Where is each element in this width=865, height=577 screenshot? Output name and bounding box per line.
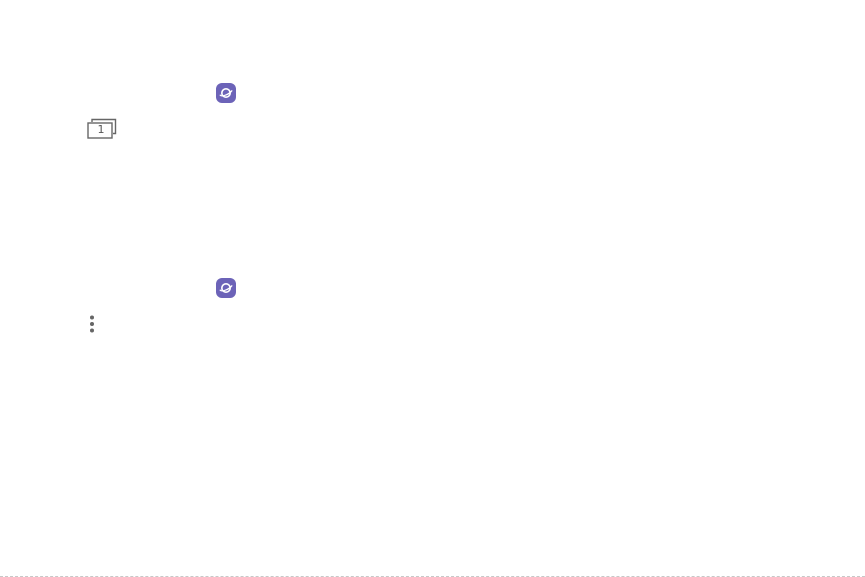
samsung-internet-icon: [216, 278, 236, 298]
planet-glyph: [219, 283, 233, 293]
tabs-count: 1: [86, 118, 118, 140]
document-page: 1: [0, 0, 865, 577]
tabs-count-value: 1: [97, 123, 105, 136]
more-options-icon: [88, 314, 96, 334]
samsung-internet-icon: [216, 83, 236, 103]
three-dots: [90, 315, 94, 333]
planet-glyph: [219, 88, 233, 98]
tabs-icon: 1: [86, 118, 118, 140]
